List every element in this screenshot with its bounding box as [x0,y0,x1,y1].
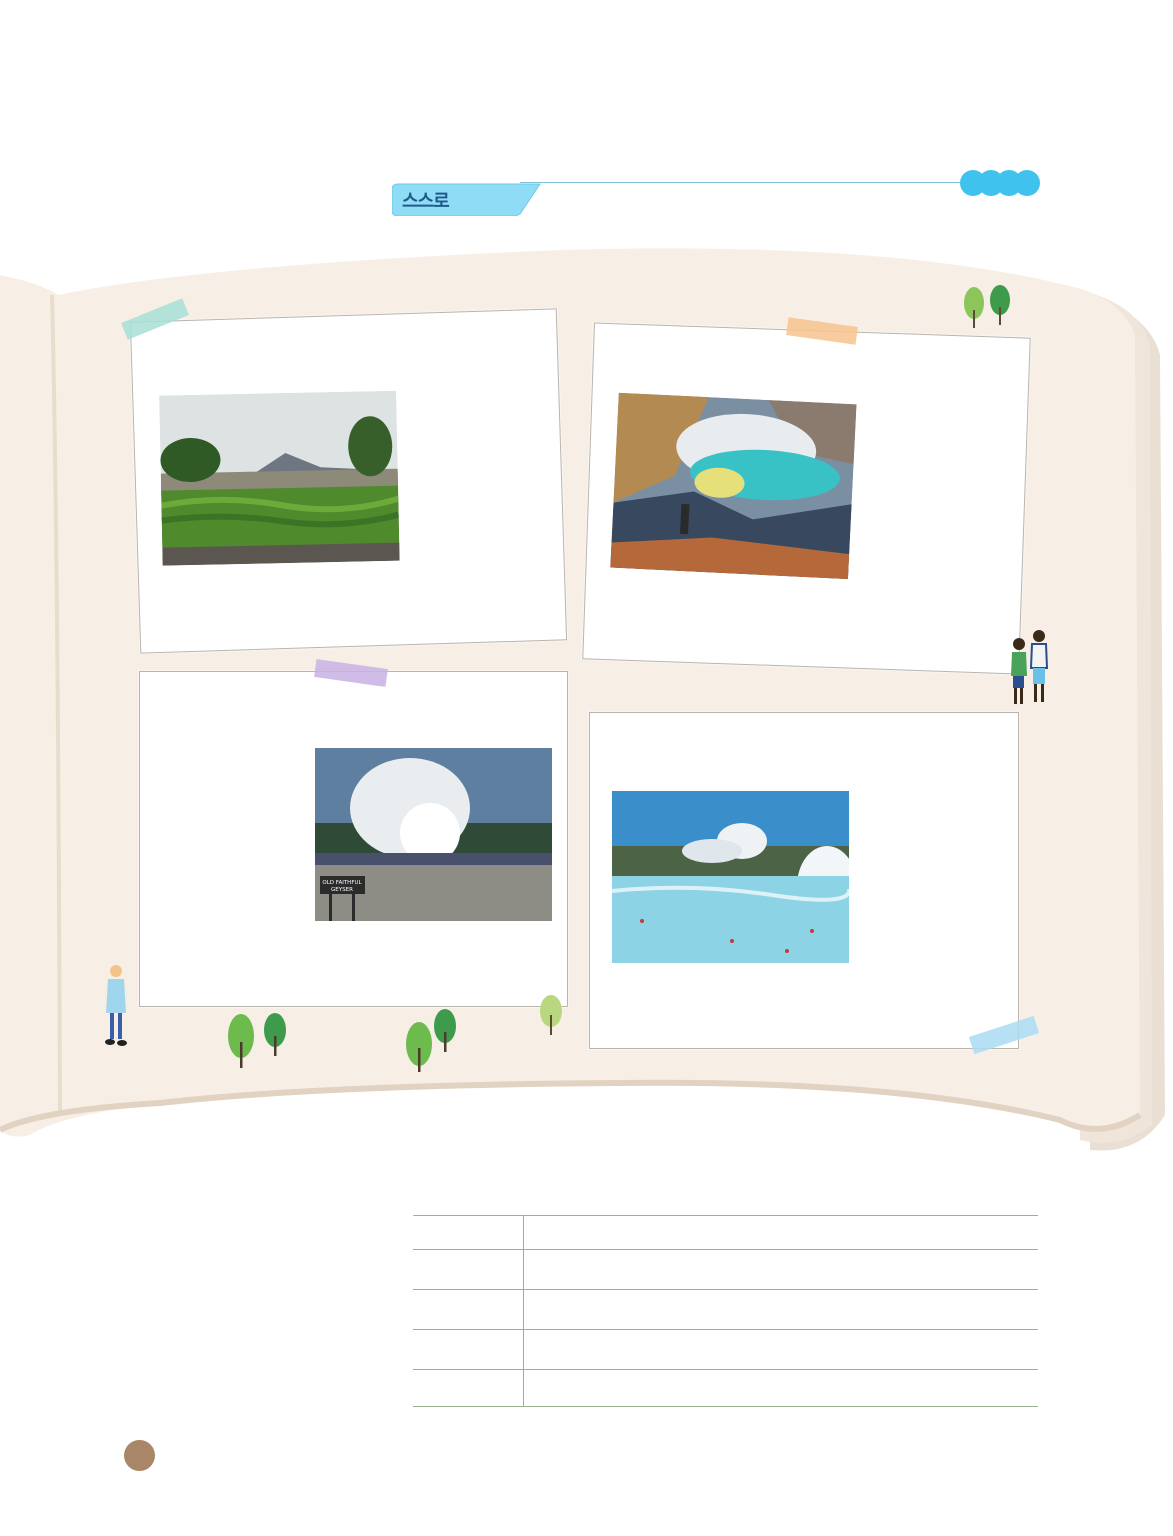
header-label: 스스로 [402,191,450,212]
vineyard-volcano-photo [159,390,400,566]
tree-icon [225,1012,295,1076]
level-dots [960,170,1040,196]
hot-spring-lagoon-photo [612,791,849,963]
photo-card-lagoon [589,712,1019,1049]
answer-table [413,1215,1038,1407]
people-pair-icon [1003,628,1053,714]
table-row [413,1249,1038,1289]
table-row [413,1215,1038,1249]
person-figure-icon [100,963,132,1051]
sulfur-crater-photo [610,392,857,580]
page-marker [124,1440,155,1471]
table-row [413,1329,1038,1369]
photo-card-geyser: OLD FAITHFUL GEYSER [139,671,568,1007]
geyser-photo: OLD FAITHFUL GEYSER [315,748,552,921]
table-row [413,1289,1038,1329]
header-rule [520,182,970,183]
photo-card-crater [582,322,1031,675]
tree-icon [402,1006,467,1076]
photo-card-vineyard [129,308,568,654]
table-row [413,1369,1038,1406]
tree-icon [537,993,565,1039]
tree-icon [960,285,1015,334]
svg-text:OLD FAITHFUL: OLD FAITHFUL [322,880,362,886]
svg-text:GEYSER: GEYSER [331,887,353,893]
